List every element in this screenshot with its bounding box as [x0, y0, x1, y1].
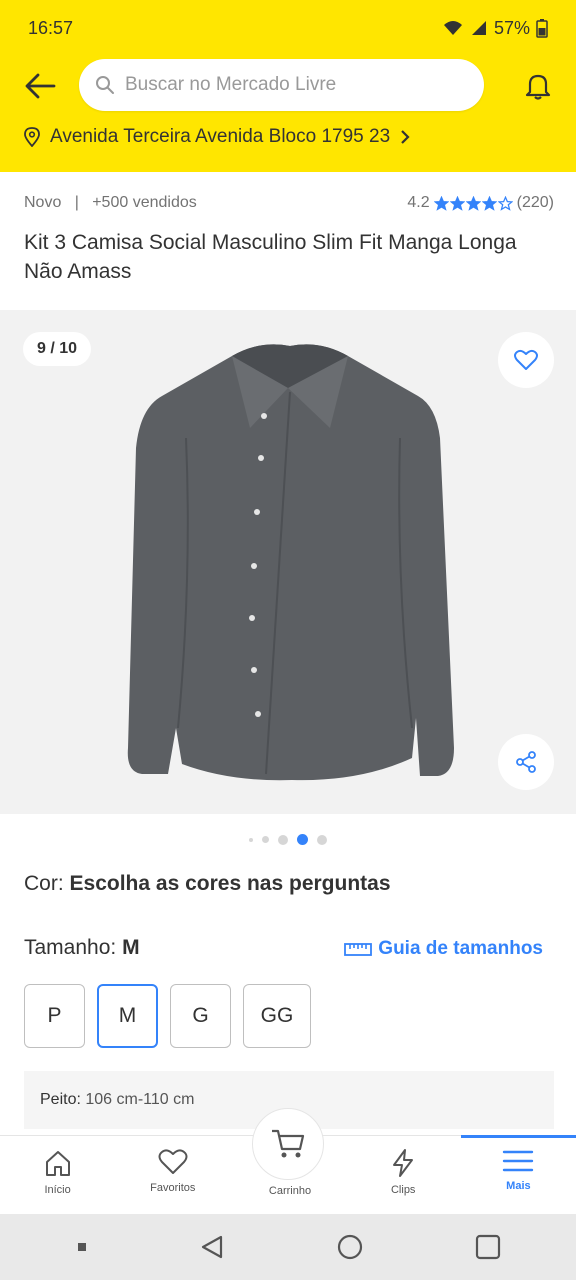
color-value: Escolha as cores nas perguntas [69, 872, 391, 895]
status-time: 16:57 [28, 17, 74, 38]
status-icons: 57% [442, 18, 548, 39]
carousel-dot [297, 834, 308, 845]
product-image [127, 344, 455, 781]
header: Avenida Terceira Avenida Bloco 1795 23 [0, 56, 576, 172]
favorite-button[interactable] [498, 332, 554, 388]
condition-sold: Novo | +500 vendidos [24, 194, 197, 212]
size-option-m[interactable]: M [97, 984, 158, 1048]
size-guide-link[interactable]: Guia de tamanhos [344, 938, 543, 960]
cart-icon [272, 1129, 305, 1158]
size-label: Tamanho: [24, 936, 117, 959]
overview-square-icon[interactable] [475, 1234, 501, 1260]
star-icon [465, 195, 481, 211]
location-pin-icon [24, 127, 40, 147]
color-label: Cor: [24, 872, 64, 895]
bell-icon [525, 74, 551, 100]
address-selector[interactable]: Avenida Terceira Avenida Bloco 1795 23 [24, 126, 410, 148]
status-bar: 16:57 57% [0, 0, 576, 56]
nav-favoritos-label: Favoritos [150, 1182, 196, 1194]
measure-label: Peito: [40, 1091, 81, 1108]
battery-percent: 57% [493, 17, 530, 38]
size-option-gg[interactable]: GG [243, 984, 311, 1048]
nav-carrinho[interactable] [252, 1108, 324, 1180]
carousel-indicators [0, 834, 576, 845]
lightning-icon [393, 1149, 414, 1177]
carousel-dot [262, 836, 269, 843]
star-icon [433, 195, 449, 211]
nav-inicio[interactable]: Início [0, 1136, 115, 1214]
measure-value: 106 cm-110 cm [85, 1091, 195, 1108]
star-icon [481, 195, 497, 211]
size-heading: Tamanho: M [24, 936, 140, 960]
carousel-dot [317, 834, 327, 845]
back-button[interactable] [20, 66, 60, 106]
notifications-button[interactable] [518, 66, 558, 106]
nav-mais[interactable]: Mais [460, 1135, 576, 1214]
nav-clips-label: Clips [390, 1184, 416, 1196]
carousel-dot [249, 837, 253, 842]
search-bar[interactable] [79, 59, 484, 111]
search-input[interactable] [125, 74, 455, 96]
image-counter: 9 / 10 [23, 332, 92, 366]
size-options: P M G GG [24, 984, 311, 1048]
nav-clips[interactable]: Clips [346, 1136, 461, 1214]
star-icon [497, 195, 513, 211]
arrow-left-icon [25, 73, 56, 99]
share-button[interactable] [498, 734, 554, 790]
battery-icon [536, 19, 548, 38]
condition: Novo [24, 194, 62, 211]
separator: | [65, 194, 88, 211]
home-circle-icon[interactable] [336, 1233, 364, 1261]
size-guide-label: Guia de tamanhos [378, 938, 543, 959]
system-navigation-bar [0, 1214, 576, 1280]
product-title: Kit 3 Camisa Social Masculino Slim Fit M… [24, 231, 517, 283]
nav-mais-label: Mais [506, 1180, 531, 1192]
search-icon [96, 76, 114, 94]
nav-favoritos[interactable]: Favoritos [115, 1136, 230, 1214]
wifi-icon [443, 21, 462, 35]
share-icon [516, 751, 536, 773]
image-gallery[interactable]: 9 / 10 [0, 310, 576, 814]
size-value: M [122, 936, 140, 959]
menu-icon [503, 1150, 534, 1172]
color-selector[interactable]: Cor: Escolha as cores nas perguntas [24, 872, 391, 896]
back-triangle-icon[interactable] [199, 1234, 225, 1260]
sold-count: +500 vendidos [92, 194, 197, 211]
signal-icon [471, 21, 486, 35]
star-icon [449, 195, 465, 211]
product-meta: Novo | +500 vendidos 4.2 (220) [24, 194, 554, 212]
recent-apps-dot-icon[interactable] [76, 1241, 88, 1253]
rating[interactable]: 4.2 (220) [407, 194, 554, 212]
size-option-g[interactable]: G [170, 984, 231, 1048]
nav-inicio-label: Início [44, 1184, 71, 1196]
rating-stars [433, 195, 513, 211]
heart-icon [514, 349, 538, 370]
chevron-right-icon [401, 130, 410, 144]
heart-icon [158, 1149, 188, 1174]
ruler-icon [344, 943, 373, 956]
carousel-dot [278, 834, 288, 845]
nav-carrinho-label: Carrinho [268, 1185, 312, 1197]
rating-value: 4.2 [407, 194, 430, 211]
address-text: Avenida Terceira Avenida Bloco 1795 23 [50, 126, 391, 147]
review-count: (220) [516, 194, 554, 211]
size-option-p[interactable]: P [24, 984, 85, 1048]
home-icon [45, 1151, 70, 1176]
